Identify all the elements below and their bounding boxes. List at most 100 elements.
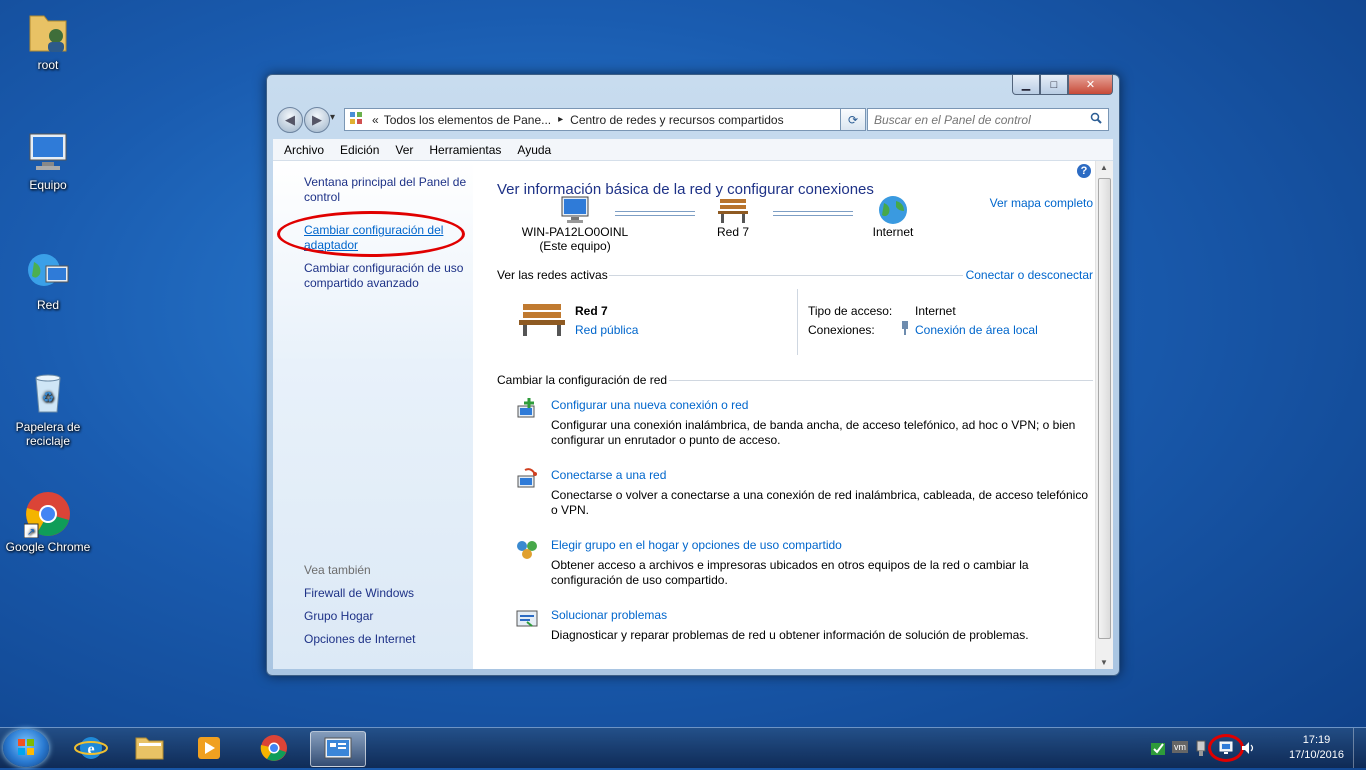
navigation-bar: ◀ ▶ ▾ « Todos los elementos de Pane... ▸…	[275, 106, 1111, 133]
divider	[669, 380, 1093, 381]
access-type-value: Internet	[915, 304, 956, 318]
connections-label: Conexiones:	[808, 323, 875, 337]
media-player-icon	[198, 737, 220, 759]
desktop-icon-chrome[interactable]: ↗ Google Chrome	[3, 490, 93, 554]
new-connection-icon	[515, 398, 539, 420]
chrome-icon	[260, 735, 287, 761]
access-type-label: Tipo de acceso:	[808, 304, 893, 318]
clock[interactable]: 17:19 17/10/2016	[1289, 733, 1344, 763]
link-troubleshoot[interactable]: Solucionar problemas	[551, 608, 667, 622]
menu-ver[interactable]: Ver	[387, 143, 421, 157]
link-local-connection[interactable]: Conexión de área local	[915, 323, 1038, 337]
task-description: Configurar una conexión inalámbrica, de …	[551, 418, 1076, 447]
breadcrumb-item-all-items[interactable]: Todos los elementos de Pane...	[384, 113, 551, 127]
taskbar-explorer[interactable]	[122, 731, 176, 765]
computer-icon	[515, 195, 635, 225]
desktop-icon-equipo[interactable]: Equipo	[3, 128, 93, 192]
menu-herramientas[interactable]: Herramientas	[421, 143, 509, 157]
desktop-icon-label: root	[37, 58, 59, 72]
taskbar-internet-explorer[interactable]: e	[64, 731, 118, 765]
node-sublabel: (Este equipo)	[539, 239, 611, 253]
volume-icon[interactable]	[1240, 740, 1256, 759]
show-desktop-button[interactable]	[1353, 728, 1366, 768]
window-content: Ventana principal del Panel de control C…	[273, 161, 1113, 669]
search-input[interactable]	[868, 111, 1086, 128]
user-folder-icon	[24, 8, 72, 56]
scroll-down-icon[interactable]: ▼	[1100, 658, 1108, 667]
link-windows-firewall[interactable]: Firewall de Windows	[304, 586, 472, 601]
vmware-icon[interactable]: vm	[1172, 741, 1188, 753]
link-internet-options[interactable]: Opciones de Internet	[304, 632, 472, 647]
menu-archivo[interactable]: Archivo	[276, 143, 332, 157]
network-globe-icon	[24, 248, 72, 296]
annotation-circle-tray	[1208, 734, 1244, 762]
connect-network-icon	[515, 468, 539, 490]
network-bench-icon	[517, 298, 567, 341]
vertical-scrollbar[interactable]: ▲ ▼	[1095, 161, 1113, 669]
node-network[interactable]: Red 7	[693, 195, 773, 239]
link-full-map[interactable]: Ver mapa completo	[990, 196, 1093, 210]
node-internet[interactable]: Internet	[853, 195, 933, 239]
svg-text:♻: ♻	[42, 389, 55, 405]
link-network-type[interactable]: Red pública	[575, 323, 638, 337]
search-icon[interactable]	[1090, 112, 1102, 127]
link-homegroup[interactable]: Grupo Hogar	[304, 609, 472, 624]
link-homegroup-sharing[interactable]: Elegir grupo en el hogar y opciones de u…	[551, 538, 842, 552]
see-also-heading: Vea también	[304, 563, 371, 577]
windows-logo-icon	[18, 739, 34, 755]
control-panel-icon	[349, 111, 363, 128]
svg-text:↗: ↗	[27, 527, 35, 538]
back-button[interactable]: ◀	[277, 107, 303, 133]
task-description: Obtener acceso a archivos e impresoras u…	[551, 558, 1029, 587]
menu-ayuda[interactable]: Ayuda	[509, 143, 559, 157]
desktop-icon-recycle-bin[interactable]: ♻ Papelera de reciclaje	[3, 370, 93, 448]
annotation-circle-adapter	[277, 211, 465, 257]
clock-time: 17:19	[1302, 734, 1331, 746]
desktop-icon-label: Red	[36, 298, 59, 312]
menu-edicion[interactable]: Edición	[332, 143, 387, 157]
active-networks-heading: Ver las redes activas	[497, 268, 608, 282]
help-icon[interactable]: ?	[1077, 164, 1091, 178]
taskbar-control-panel[interactable]	[310, 731, 366, 767]
scroll-thumb[interactable]	[1098, 178, 1111, 639]
left-task-pane: Ventana principal del Panel de control C…	[273, 161, 473, 669]
maximize-button[interactable]: □	[1040, 75, 1068, 95]
main-pane: ? Ver información básica de la red y con…	[473, 161, 1095, 669]
usb-icon[interactable]	[1194, 739, 1208, 760]
desktop-icon-red[interactable]: Red	[3, 248, 93, 312]
system-tray: vm 17:19 17/10/2016	[1146, 728, 1366, 768]
forward-button[interactable]: ▶	[304, 107, 330, 133]
link-advanced-sharing[interactable]: Cambiar configuración de uso compartido …	[304, 261, 472, 291]
taskbar-chrome[interactable]	[247, 731, 301, 765]
security-check-icon[interactable]	[1150, 740, 1166, 759]
address-bar[interactable]: « Todos los elementos de Pane... ▸ Centr…	[344, 108, 866, 131]
breadcrumb-separator[interactable]: ▸	[558, 114, 563, 125]
node-this-computer[interactable]: WIN-PA12LO0OINL (Este equipo)	[515, 195, 635, 253]
close-button[interactable]: ✕	[1068, 75, 1113, 95]
link-connect-disconnect[interactable]: Conectar o desconectar	[966, 268, 1093, 282]
refresh-button[interactable]: ⟳	[840, 108, 866, 131]
breadcrumb-prefix[interactable]: «	[372, 113, 379, 127]
computer-icon	[24, 128, 72, 176]
vertical-divider	[797, 289, 798, 355]
desktop-icon-label: Google Chrome	[5, 540, 91, 554]
link-setup-new-connection[interactable]: Configurar una nueva conexión o red	[551, 398, 748, 412]
minimize-button[interactable]: ▁	[1012, 75, 1040, 95]
map-connector	[773, 211, 853, 216]
link-control-panel-home[interactable]: Ventana principal del Panel de control	[304, 175, 472, 205]
scroll-up-icon[interactable]: ▲	[1100, 163, 1108, 172]
breadcrumb-item-network-center[interactable]: Centro de redes y recursos compartidos	[570, 113, 783, 127]
taskbar-media-player[interactable]	[182, 731, 236, 765]
recent-pages-dropdown[interactable]: ▾	[330, 112, 335, 123]
search-box[interactable]	[867, 108, 1109, 131]
menu-bar: Archivo Edición Ver Herramientas Ayuda	[273, 139, 1113, 161]
task-description: Conectarse o volver a conectarse a una c…	[551, 488, 1088, 517]
desktop-icon-root[interactable]: root	[3, 8, 93, 72]
desktop-icon-label: Papelera de reciclaje	[15, 420, 81, 448]
change-settings-heading: Cambiar la configuración de red	[497, 373, 668, 387]
start-button[interactable]	[3, 729, 49, 767]
link-connect-to-network[interactable]: Conectarse a una red	[551, 468, 666, 482]
control-panel-icon	[324, 737, 352, 759]
taskbar: e vm 17:19 17/10/2016	[0, 727, 1366, 768]
desktop-icon-label: Equipo	[29, 178, 67, 192]
